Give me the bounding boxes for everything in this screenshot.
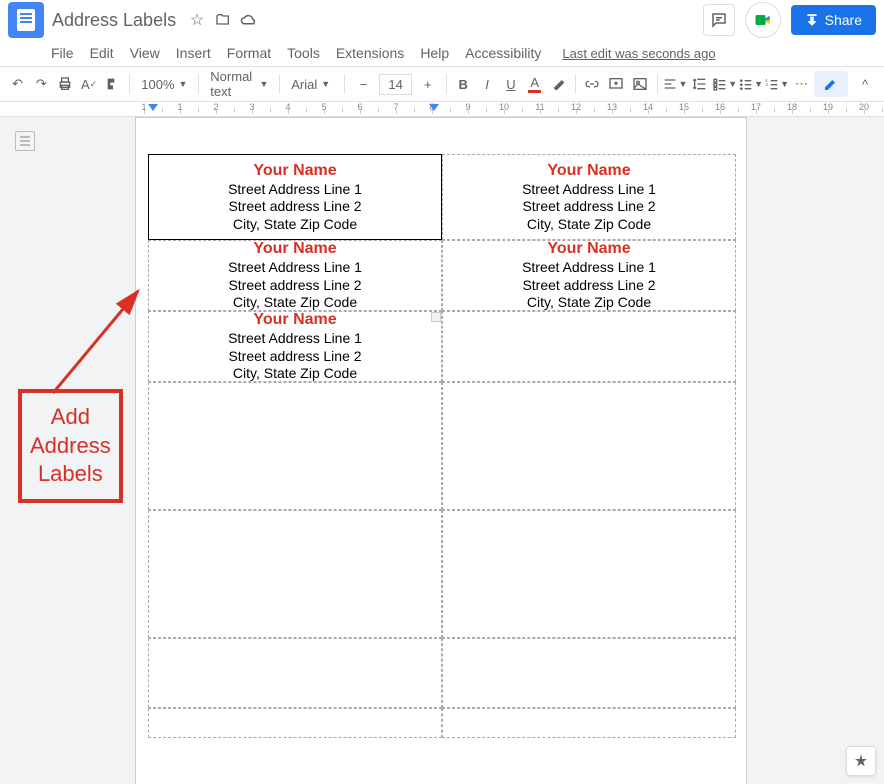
label-line1: Street Address Line 1 xyxy=(228,259,362,277)
more-button[interactable]: ⋯ xyxy=(790,71,813,97)
editing-mode-button[interactable] xyxy=(814,71,848,97)
label-cell[interactable]: Your Name Street Address Line 1 Street a… xyxy=(442,154,736,240)
menu-edit[interactable]: Edit xyxy=(83,43,121,63)
menu-accessibility[interactable]: Accessibility xyxy=(458,43,548,63)
label-line2: Street address Line 2 xyxy=(522,198,655,216)
horizontal-ruler[interactable]: 1123456789101112131415161718192021 xyxy=(0,102,884,117)
comments-button[interactable] xyxy=(703,4,735,36)
label-line3: City, State Zip Code xyxy=(527,294,651,312)
align-button[interactable]: ▼ xyxy=(662,71,687,97)
callout-text: Address xyxy=(30,432,111,461)
docs-icon[interactable] xyxy=(8,2,44,38)
cell-menu-icon[interactable] xyxy=(431,312,441,322)
bold-button[interactable]: B xyxy=(452,71,475,97)
explore-button[interactable] xyxy=(846,746,876,776)
fontsize-control[interactable]: − 14 + xyxy=(350,71,440,97)
paint-format-button[interactable] xyxy=(102,71,125,97)
label-cell[interactable] xyxy=(148,510,442,638)
image-button[interactable] xyxy=(629,71,652,97)
toolbar: ↶ ↷ A✓ 100%▼ Normal text▼ Arial▼ − 14 + … xyxy=(0,66,884,102)
checklist-button[interactable]: ▼ xyxy=(712,71,737,97)
document-page[interactable]: Your Name Street Address Line 1 Street a… xyxy=(135,117,747,784)
hide-menus-button[interactable]: ^ xyxy=(852,71,878,97)
label-cell[interactable] xyxy=(148,708,442,738)
menu-insert[interactable]: Insert xyxy=(169,43,218,63)
label-cell[interactable]: Your Name Street Address Line 1 Street a… xyxy=(148,240,442,311)
add-comment-button[interactable] xyxy=(605,71,628,97)
underline-button[interactable]: U xyxy=(499,71,522,97)
annotation-arrow xyxy=(48,283,148,403)
label-cell[interactable] xyxy=(442,382,736,510)
label-line3: City, State Zip Code xyxy=(527,216,651,234)
callout-text: Labels xyxy=(30,460,111,489)
svg-text:2: 2 xyxy=(765,82,768,87)
font-select[interactable]: Arial▼ xyxy=(285,71,339,97)
label-cell[interactable] xyxy=(148,382,442,510)
text-color-button[interactable]: A xyxy=(523,71,546,97)
label-table: Your Name Street Address Line 1 Street a… xyxy=(148,154,736,738)
spellcheck-button[interactable]: A✓ xyxy=(78,71,101,97)
titlebar: Address Labels ☆ Share xyxy=(0,0,884,40)
menu-help[interactable]: Help xyxy=(413,43,456,63)
label-line1: Street Address Line 1 xyxy=(228,181,362,199)
label-cell[interactable] xyxy=(442,311,736,382)
label-name: Your Name xyxy=(547,239,630,259)
menubar: File Edit View Insert Format Tools Exten… xyxy=(0,40,884,66)
label-line2: Street address Line 2 xyxy=(522,277,655,295)
label-cell[interactable] xyxy=(442,708,736,738)
label-line3: City, State Zip Code xyxy=(233,294,357,312)
star-icon[interactable]: ☆ xyxy=(188,11,206,29)
menu-format[interactable]: Format xyxy=(220,43,278,63)
line-spacing-button[interactable] xyxy=(688,71,711,97)
label-cell[interactable] xyxy=(442,638,736,708)
label-name: Your Name xyxy=(253,239,336,259)
italic-button[interactable]: I xyxy=(476,71,499,97)
label-cell[interactable] xyxy=(148,638,442,708)
print-button[interactable] xyxy=(54,71,77,97)
label-line3: City, State Zip Code xyxy=(233,365,357,383)
undo-button[interactable]: ↶ xyxy=(6,71,29,97)
document-canvas: Your Name Street Address Line 1 Street a… xyxy=(0,117,884,784)
label-name: Your Name xyxy=(253,161,336,181)
label-line2: Street address Line 2 xyxy=(228,198,361,216)
move-icon[interactable] xyxy=(214,11,232,29)
cloud-icon[interactable] xyxy=(240,11,258,29)
zoom-select[interactable]: 100%▼ xyxy=(135,71,193,97)
meet-button[interactable] xyxy=(745,2,781,38)
annotation-callout: Add Address Labels xyxy=(18,389,123,503)
outline-button[interactable] xyxy=(15,131,35,151)
label-name: Your Name xyxy=(253,310,336,330)
label-cell[interactable]: Your Name Street Address Line 1 Street a… xyxy=(442,240,736,311)
menu-extensions[interactable]: Extensions xyxy=(329,43,411,63)
label-line3: City, State Zip Code xyxy=(233,216,357,234)
last-edit-link[interactable]: Last edit was seconds ago xyxy=(562,46,715,61)
label-line2: Street address Line 2 xyxy=(228,277,361,295)
highlight-button[interactable] xyxy=(547,71,570,97)
label-name: Your Name xyxy=(547,161,630,181)
label-line1: Street Address Line 1 xyxy=(522,259,656,277)
label-cell[interactable]: Your Name Street Address Line 1 Street a… xyxy=(148,311,442,382)
label-line1: Street Address Line 1 xyxy=(228,330,362,348)
menu-file[interactable]: File xyxy=(44,43,81,63)
share-button[interactable]: Share xyxy=(791,5,876,35)
style-select[interactable]: Normal text▼ xyxy=(204,71,274,97)
bullet-list-button[interactable]: ▼ xyxy=(738,71,763,97)
callout-text: Add xyxy=(30,403,111,432)
label-line1: Street Address Line 1 xyxy=(522,181,656,199)
redo-button[interactable]: ↷ xyxy=(30,71,53,97)
label-cell[interactable] xyxy=(442,510,736,638)
link-button[interactable] xyxy=(581,71,604,97)
label-cell[interactable]: Your Name Street Address Line 1 Street a… xyxy=(148,154,442,240)
label-line2: Street address Line 2 xyxy=(228,348,361,366)
fontsize-increase[interactable]: + xyxy=(415,71,441,97)
share-label: Share xyxy=(825,12,862,28)
menu-view[interactable]: View xyxy=(123,43,167,63)
fontsize-decrease[interactable]: − xyxy=(350,71,376,97)
document-title[interactable]: Address Labels xyxy=(52,10,176,31)
menu-tools[interactable]: Tools xyxy=(280,43,327,63)
fontsize-value[interactable]: 14 xyxy=(379,74,411,95)
numbered-list-button[interactable]: 12▼ xyxy=(764,71,789,97)
